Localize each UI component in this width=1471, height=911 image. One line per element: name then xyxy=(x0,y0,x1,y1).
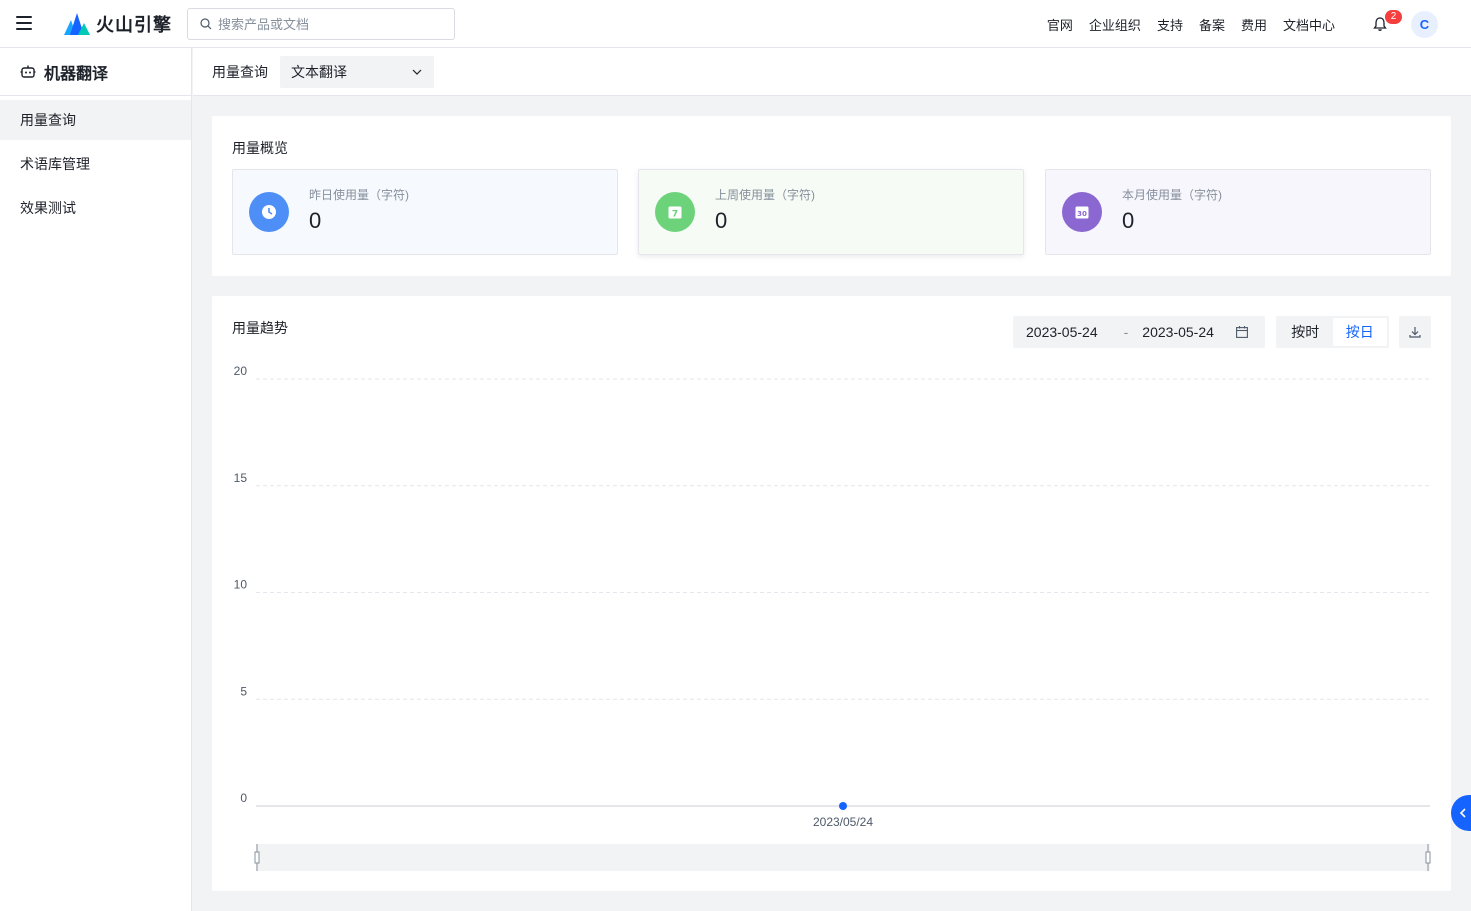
nav-docs[interactable]: 文档中心 xyxy=(1283,15,1335,34)
sidebar: 机器翻译 用量查询 术语库管理 效果测试 xyxy=(0,48,192,911)
calendar-30-number: 30 xyxy=(1077,210,1087,218)
service-select[interactable]: 文本翻译 xyxy=(280,55,434,88)
sidebar-item-usage-query[interactable]: 用量查询 xyxy=(0,100,191,140)
search-input[interactable] xyxy=(218,16,438,32)
brand-logo[interactable]: 火山引擎 xyxy=(64,12,172,36)
granularity-toggle: 按时 按日 xyxy=(1276,316,1389,348)
collapse-panel-button[interactable] xyxy=(1451,795,1471,831)
overview-title: 用量概览 xyxy=(232,140,288,156)
date-range-picker[interactable]: 2023-05-24 - 2023-05-24 xyxy=(1013,316,1265,348)
date-end[interactable]: 2023-05-24 xyxy=(1142,324,1214,340)
volcano-logo-icon xyxy=(64,13,90,35)
user-avatar[interactable]: C xyxy=(1411,11,1438,38)
page-title: 用量查询 xyxy=(212,63,268,80)
sidebar-item-label: 用量查询 xyxy=(20,112,76,128)
sidebar-title-text: 机器翻译 xyxy=(44,65,109,83)
calendar-30-icon: 30 xyxy=(1062,192,1102,232)
sub-header: 用量查询 文本翻译 xyxy=(193,48,1471,96)
y-tick-label: 10 xyxy=(234,578,248,592)
stat-last-week: 7 上周使用量（字符) 0 xyxy=(638,169,1024,255)
stat-value: 0 xyxy=(1122,208,1135,233)
date-separator: - xyxy=(1123,324,1129,340)
stat-label: 上周使用量（字符) xyxy=(715,188,815,202)
chevron-down-icon xyxy=(412,69,422,75)
stat-value: 0 xyxy=(309,208,322,233)
nav-official-site[interactable]: 官网 xyxy=(1047,15,1073,34)
stat-value: 0 xyxy=(715,208,728,233)
stat-label: 本月使用量（字符) xyxy=(1122,188,1222,202)
sidebar-item-label: 效果测试 xyxy=(20,200,76,216)
top-bar: 火山引擎 官网 企业组织 支持 备案 费用 文档中心 2 C xyxy=(0,0,1471,48)
calendar-icon xyxy=(1235,326,1248,338)
usage-trend-chart: 0 5 10 15 20 2023/05/24 xyxy=(234,364,1431,871)
stat-label: 昨日使用量（字符) xyxy=(309,188,409,202)
chevron-left-icon xyxy=(1459,808,1466,818)
granularity-hourly[interactable]: 按时 xyxy=(1278,318,1333,346)
download-icon xyxy=(1409,327,1421,338)
y-tick-label: 0 xyxy=(240,791,247,805)
zoom-handle-right[interactable] xyxy=(1425,851,1431,864)
nav-billing[interactable]: 费用 xyxy=(1241,15,1267,34)
usage-overview-card: 用量概览 昨日使用量（字符) 0 7 上周使用量（字符) 0 30 本月使用量（… xyxy=(212,116,1451,276)
calendar-7-number: 7 xyxy=(672,210,678,220)
search-box[interactable] xyxy=(187,8,455,40)
zoom-handle-left[interactable] xyxy=(254,851,260,864)
calendar-7-icon: 7 xyxy=(655,192,695,232)
sidebar-item-glossary[interactable]: 术语库管理 xyxy=(0,144,191,184)
notification-badge: 2 xyxy=(1385,10,1402,24)
menu-icon[interactable] xyxy=(16,16,32,30)
y-tick-label: 5 xyxy=(240,684,247,698)
trend-title: 用量趋势 xyxy=(232,320,288,336)
y-tick-label: 15 xyxy=(234,471,248,485)
sidebar-item-label: 术语库管理 xyxy=(20,156,90,172)
usage-trend-card: 0 5 10 15 20 2023/05/24 用量趋势 2023-05-24 - 202… xyxy=(212,296,1451,891)
zoom-slider-track xyxy=(256,844,1430,871)
search-icon xyxy=(200,18,212,30)
date-start[interactable]: 2023-05-24 xyxy=(1026,324,1098,340)
y-tick-label: 20 xyxy=(234,364,248,378)
granularity-daily[interactable]: 按日 xyxy=(1332,318,1387,346)
download-button[interactable] xyxy=(1399,316,1431,348)
sidebar-item-effect-test[interactable]: 效果测试 xyxy=(0,188,191,228)
stat-this-month: 30 本月使用量（字符) 0 xyxy=(1045,169,1431,255)
x-tick-label: 2023/05/24 xyxy=(813,815,873,829)
nav-organization[interactable]: 企业组织 xyxy=(1089,15,1141,34)
top-nav: 官网 企业组织 支持 备案 费用 文档中心 xyxy=(1031,0,1335,48)
service-select-value: 文本翻译 xyxy=(291,63,347,80)
brand-name: 火山引擎 xyxy=(96,15,172,35)
nav-support[interactable]: 支持 xyxy=(1157,15,1183,34)
clock-icon xyxy=(249,192,289,232)
sidebar-title: 机器翻译 xyxy=(0,48,191,96)
data-point xyxy=(839,802,847,810)
robot-icon xyxy=(20,65,36,78)
stat-yesterday: 昨日使用量（字符) 0 xyxy=(232,169,618,255)
nav-filing[interactable]: 备案 xyxy=(1199,15,1225,34)
